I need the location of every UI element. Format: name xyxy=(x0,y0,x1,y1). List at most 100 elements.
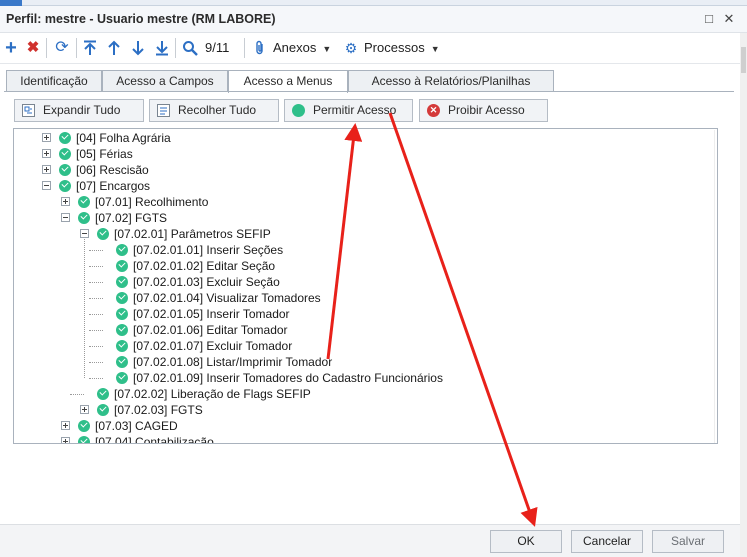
tree-item-label: [07.03] CAGED xyxy=(95,419,178,433)
tab-acesso-menus[interactable]: Acesso a Menus xyxy=(228,70,348,93)
expand-plus-icon[interactable] xyxy=(42,149,51,158)
gear-icon[interactable]: ⚙ xyxy=(343,36,359,60)
tree-connector xyxy=(89,298,103,299)
check-circle-icon[interactable] xyxy=(59,132,71,144)
save-button[interactable]: Salvar xyxy=(652,530,724,553)
tree-row[interactable]: [07.02.01.02] Editar Seção xyxy=(14,258,704,274)
check-circle-icon[interactable] xyxy=(97,404,109,416)
tree-item-label: [07.02.01.07] Excluir Tomador xyxy=(133,339,293,353)
window-scrollbar[interactable] xyxy=(740,33,747,557)
tree-row[interactable]: [07.03] CAGED xyxy=(14,418,704,434)
first-record-icon[interactable] xyxy=(81,36,99,60)
tree-row[interactable]: [06] Rescisão xyxy=(14,162,704,178)
allow-access-label: Permitir Acesso xyxy=(313,103,397,117)
tree-item-label: [07.02.01.08] Listar/Imprimir Tomador xyxy=(133,355,333,369)
tree-row[interactable]: [07.02.01.04] Visualizar Tomadores xyxy=(14,290,704,306)
check-circle-icon[interactable] xyxy=(78,420,90,432)
deny-access-button[interactable]: ✕ Proibir Acesso xyxy=(419,99,548,122)
paperclip-icon[interactable] xyxy=(252,36,268,60)
check-circle-icon[interactable] xyxy=(116,276,128,288)
tree-item-label: [07.02.01.05] Inserir Tomador xyxy=(133,307,290,321)
previous-record-icon[interactable] xyxy=(105,36,123,60)
tree-connector xyxy=(89,346,103,347)
tree-row[interactable]: [07.02] FGTS xyxy=(14,210,704,226)
tree-row[interactable]: [07.02.01.03] Excluir Seção xyxy=(14,274,704,290)
tree-item-label: [05] Férias xyxy=(76,147,133,161)
menu-tree[interactable]: [04] Folha Agrária [05] Férias [06] Rescis… xyxy=(13,128,718,444)
tab-strip: Identificação Acesso a Campos Acesso a M… xyxy=(4,70,738,93)
check-circle-icon[interactable] xyxy=(78,436,90,443)
check-circle-icon[interactable] xyxy=(78,212,90,224)
close-icon[interactable]: ✕ xyxy=(720,10,738,28)
tree-connector xyxy=(89,250,103,251)
check-circle-icon[interactable] xyxy=(116,324,128,336)
allow-access-button[interactable]: Permitir Acesso xyxy=(284,99,413,122)
chevron-down-icon: ▼ xyxy=(430,44,440,54)
tree-row[interactable]: [07.02.03] FGTS xyxy=(14,402,704,418)
tree-item-label: [07.02.01.06] Editar Tomador xyxy=(133,323,288,337)
expand-plus-icon[interactable] xyxy=(42,133,51,142)
check-circle-icon[interactable] xyxy=(116,244,128,256)
tab-acesso-campos[interactable]: Acesso a Campos xyxy=(102,70,228,92)
tree-row[interactable]: [07.02.01.06] Editar Tomador xyxy=(14,322,704,338)
tree-connector xyxy=(89,314,103,315)
anexos-menu[interactable]: Anexos ▼ xyxy=(273,37,331,59)
tree-item-label: [07] Encargos xyxy=(76,179,151,193)
collapse-minus-icon[interactable] xyxy=(80,229,89,238)
expand-plus-icon[interactable] xyxy=(61,437,70,443)
tab-underline xyxy=(4,91,734,92)
window-scrollbar-thumb[interactable] xyxy=(741,47,746,73)
tree-row[interactable]: [07.02.01.05] Inserir Tomador xyxy=(14,306,704,322)
tree-row[interactable]: [07.02.01] Parâmetros SEFIP xyxy=(14,226,704,242)
delete-icon[interactable]: ✖ xyxy=(24,36,42,60)
tree-row[interactable]: [05] Férias xyxy=(14,146,704,162)
deny-circle-icon: ✕ xyxy=(427,104,440,117)
tree-row[interactable]: [07.02.01.07] Excluir Tomador xyxy=(14,338,704,354)
tree-row[interactable]: [07.02.02] Liberação de Flags SEFIP xyxy=(14,386,704,402)
check-circle-icon[interactable] xyxy=(78,196,90,208)
tab-identificacao[interactable]: Identificação xyxy=(6,70,102,92)
check-circle-icon[interactable] xyxy=(116,308,128,320)
check-circle-icon[interactable] xyxy=(97,228,109,240)
expand-plus-icon[interactable] xyxy=(61,421,70,430)
dialog-footer: OK Cancelar Salvar xyxy=(0,524,740,557)
check-circle-icon[interactable] xyxy=(59,148,71,160)
tree-row[interactable]: [07.01] Recolhimento xyxy=(14,194,704,210)
expand-all-button[interactable]: Expandir Tudo xyxy=(14,99,144,122)
tree-scrollbar[interactable] xyxy=(714,130,717,443)
toolbar-separator xyxy=(76,38,77,58)
last-record-icon[interactable] xyxy=(153,36,171,60)
tree-item-label: [07.02.01.03] Excluir Seção xyxy=(133,275,280,289)
search-icon[interactable] xyxy=(180,36,200,60)
tree-row[interactable]: [04] Folha Agrária xyxy=(14,130,704,146)
next-record-icon[interactable] xyxy=(129,36,147,60)
processos-menu[interactable]: Processos ▼ xyxy=(364,37,440,59)
tree-item-label: [06] Rescisão xyxy=(76,163,149,177)
check-circle-icon[interactable] xyxy=(116,292,128,304)
add-icon[interactable]: + xyxy=(2,36,20,60)
cancel-button[interactable]: Cancelar xyxy=(571,530,643,553)
refresh-icon[interactable]: ⟳ xyxy=(52,36,72,60)
collapse-minus-icon[interactable] xyxy=(61,213,70,222)
restore-icon[interactable]: □ xyxy=(700,10,718,28)
tree-row[interactable]: [07.04] Contabilização xyxy=(14,434,704,443)
tree-row[interactable]: [07] Encargos xyxy=(14,178,704,194)
check-circle-icon[interactable] xyxy=(59,164,71,176)
check-circle-icon[interactable] xyxy=(116,372,128,384)
ok-button[interactable]: OK xyxy=(490,530,562,553)
collapse-all-icon xyxy=(157,104,170,117)
tab-acesso-relatorios[interactable]: Acesso à Relatórios/Planilhas xyxy=(348,70,554,92)
check-circle-icon[interactable] xyxy=(116,260,128,272)
expand-plus-icon[interactable] xyxy=(42,165,51,174)
collapse-minus-icon[interactable] xyxy=(42,181,51,190)
check-circle-icon[interactable] xyxy=(59,180,71,192)
check-circle-icon[interactable] xyxy=(116,356,128,368)
check-circle-icon[interactable] xyxy=(116,340,128,352)
expand-plus-icon[interactable] xyxy=(61,197,70,206)
tree-row[interactable]: [07.02.01.08] Listar/Imprimir Tomador xyxy=(14,354,704,370)
tree-row[interactable]: [07.02.01.09] Inserir Tomadores do Cadas… xyxy=(14,370,704,386)
collapse-all-button[interactable]: Recolher Tudo xyxy=(149,99,279,122)
tree-row[interactable]: [07.02.01.01] Inserir Seções xyxy=(14,242,704,258)
expand-plus-icon[interactable] xyxy=(80,405,89,414)
check-circle-icon[interactable] xyxy=(97,388,109,400)
